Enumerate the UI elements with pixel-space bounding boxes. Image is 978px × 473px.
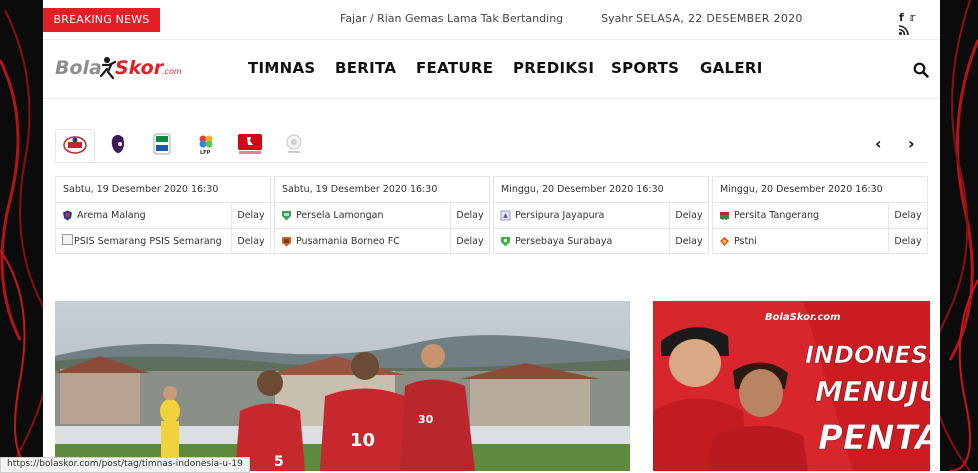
match-team-row: Arema Malang Delay: [56, 203, 270, 229]
match-team-row: PSIS Semarang PSIS Semarang Delay: [56, 229, 270, 254]
bundesliga-icon[interactable]: [231, 129, 269, 159]
team-name[interactable]: Persipura Jayapura: [515, 203, 604, 228]
persebaya-surabaya-crest-icon: [501, 237, 510, 247]
nav-timnas[interactable]: TIMNAS: [248, 59, 316, 77]
match-card[interactable]: Sabtu, 19 Desember 2020 16:30 Persela La…: [274, 176, 490, 254]
social-links: f𝕣: [898, 11, 940, 37]
current-date: SELASA, 22 DESEMBER 2020: [636, 12, 803, 25]
arema-malang-crest-icon: [63, 210, 72, 221]
match-card[interactable]: Minggu, 20 Desember 2020 16:30 Persita T…: [712, 176, 928, 254]
match-status: Delay: [450, 229, 489, 254]
promo-logo: BolaSkor.com: [765, 312, 841, 323]
league-prev-arrow-icon[interactable]: ‹: [875, 134, 882, 153]
svg-text:5: 5: [274, 454, 284, 470]
match-team-row: Persebaya Surabaya Delay: [494, 229, 708, 254]
league-selector: LFP ‹ ›: [55, 126, 928, 163]
match-card[interactable]: Minggu, 20 Desember 2020 16:30 Persipura…: [493, 176, 709, 254]
svg-text:10: 10: [350, 430, 375, 451]
team-name[interactable]: Persebaya Surabaya: [515, 229, 612, 254]
breaking-news-badge[interactable]: BREAKING NEWS: [43, 8, 160, 32]
team-name[interactable]: Pusamania Borneo FC: [296, 229, 400, 254]
svg-text:Bola: Bola: [55, 57, 102, 79]
persita-tangerang-crest-icon: [720, 212, 729, 220]
nav-feature[interactable]: FEATURE: [416, 59, 493, 77]
persela-lamongan-crest-icon: [282, 211, 291, 221]
premier-league-icon[interactable]: [99, 129, 137, 159]
featured-article-image[interactable]: 5 10 30: [55, 301, 630, 471]
match-card[interactable]: Sabtu, 19 Desember 2020 16:30 Arema Mala…: [55, 176, 271, 254]
promo-banner[interactable]: BolaSkor.com INDONESIA MENUJU PENTAS: [653, 301, 930, 471]
match-datetime: Minggu, 20 Desember 2020 16:30: [494, 177, 708, 203]
right-background-panel: [940, 0, 978, 471]
laliga-icon[interactable]: LFP: [187, 129, 225, 159]
team-name[interactable]: Pstni: [734, 229, 757, 254]
serie-a-icon[interactable]: [143, 129, 181, 159]
broken-image-icon: [62, 234, 73, 245]
promo-line-3: PENTAS: [818, 418, 930, 458]
nav-berita[interactable]: BERITA: [335, 59, 396, 77]
search-icon[interactable]: [913, 62, 929, 78]
twitter-icon[interactable]: 𝕣: [910, 11, 916, 24]
league-next-arrow-icon[interactable]: ›: [908, 134, 915, 153]
nav-sports[interactable]: SPORTS: [611, 59, 679, 77]
nav-prediksi[interactable]: PREDIKSI: [513, 59, 594, 77]
svg-text:LFP: LFP: [200, 150, 211, 156]
persipura-jayapura-crest-icon: [500, 210, 511, 221]
match-status: Delay: [669, 229, 708, 254]
bolaskor-logo[interactable]: Bola Skor .com: [55, 52, 185, 84]
svg-text:Skor: Skor: [115, 57, 165, 79]
match-team-row: Persita Tangerang Delay: [713, 203, 927, 229]
match-status: Delay: [231, 229, 270, 254]
match-datetime: Sabtu, 19 Desember 2020 16:30: [56, 177, 270, 203]
ticker-next-headline[interactable]: Syahr: [601, 12, 633, 25]
liga-1-indonesia-icon[interactable]: [55, 129, 95, 162]
pstni-crest-icon: [720, 237, 729, 246]
match-datetime: Minggu, 20 Desember 2020 16:30: [713, 177, 927, 203]
match-schedule: Sabtu, 19 Desember 2020 16:30 Arema Mala…: [55, 176, 929, 254]
team-name[interactable]: Arema Malang: [77, 203, 146, 228]
promo-line-2: MENUJU: [815, 375, 930, 408]
page-content: BREAKING NEWS Fajar / Rian Gemas Lama Ta…: [43, 0, 940, 471]
match-status: Delay: [231, 203, 270, 228]
ligue-1-icon[interactable]: [275, 129, 313, 159]
left-background-panel: [0, 0, 43, 471]
match-status: Delay: [450, 203, 489, 228]
match-team-row: Persipura Jayapura Delay: [494, 203, 708, 229]
nav-galeri[interactable]: GALERI: [700, 59, 763, 77]
pusamania-borneo-crest-icon: [282, 237, 291, 247]
svg-text:.com: .com: [162, 67, 182, 76]
svg-text:30: 30: [418, 413, 434, 426]
match-datetime: Sabtu, 19 Desember 2020 16:30: [275, 177, 489, 203]
team-name[interactable]: Persela Lamongan: [296, 203, 384, 228]
facebook-icon[interactable]: f: [899, 11, 904, 24]
match-status: Delay: [888, 203, 927, 228]
match-status: Delay: [888, 229, 927, 254]
match-team-row: Pusamania Borneo FC Delay: [275, 229, 489, 254]
match-team-row: Pstni Delay: [713, 229, 927, 254]
promo-line-1: INDONESIA: [805, 341, 930, 369]
rss-icon[interactable]: [898, 24, 909, 37]
team-name[interactable]: PSIS Semarang PSIS Semarang: [62, 229, 222, 254]
news-ticker: Fajar / Rian Gemas Lama Tak Bertanding Sy…: [340, 12, 633, 25]
ticker-headline[interactable]: Fajar / Rian Gemas Lama Tak Bertanding: [340, 12, 563, 25]
match-team-row: Persela Lamongan Delay: [275, 203, 489, 229]
team-name[interactable]: Persita Tangerang: [734, 203, 819, 228]
match-status: Delay: [669, 203, 708, 228]
top-bar: BREAKING NEWS Fajar / Rian Gemas Lama Ta…: [43, 0, 940, 40]
main-navigation: Bola Skor .com TIMNAS BERITA FEATURE PRE…: [43, 40, 940, 99]
